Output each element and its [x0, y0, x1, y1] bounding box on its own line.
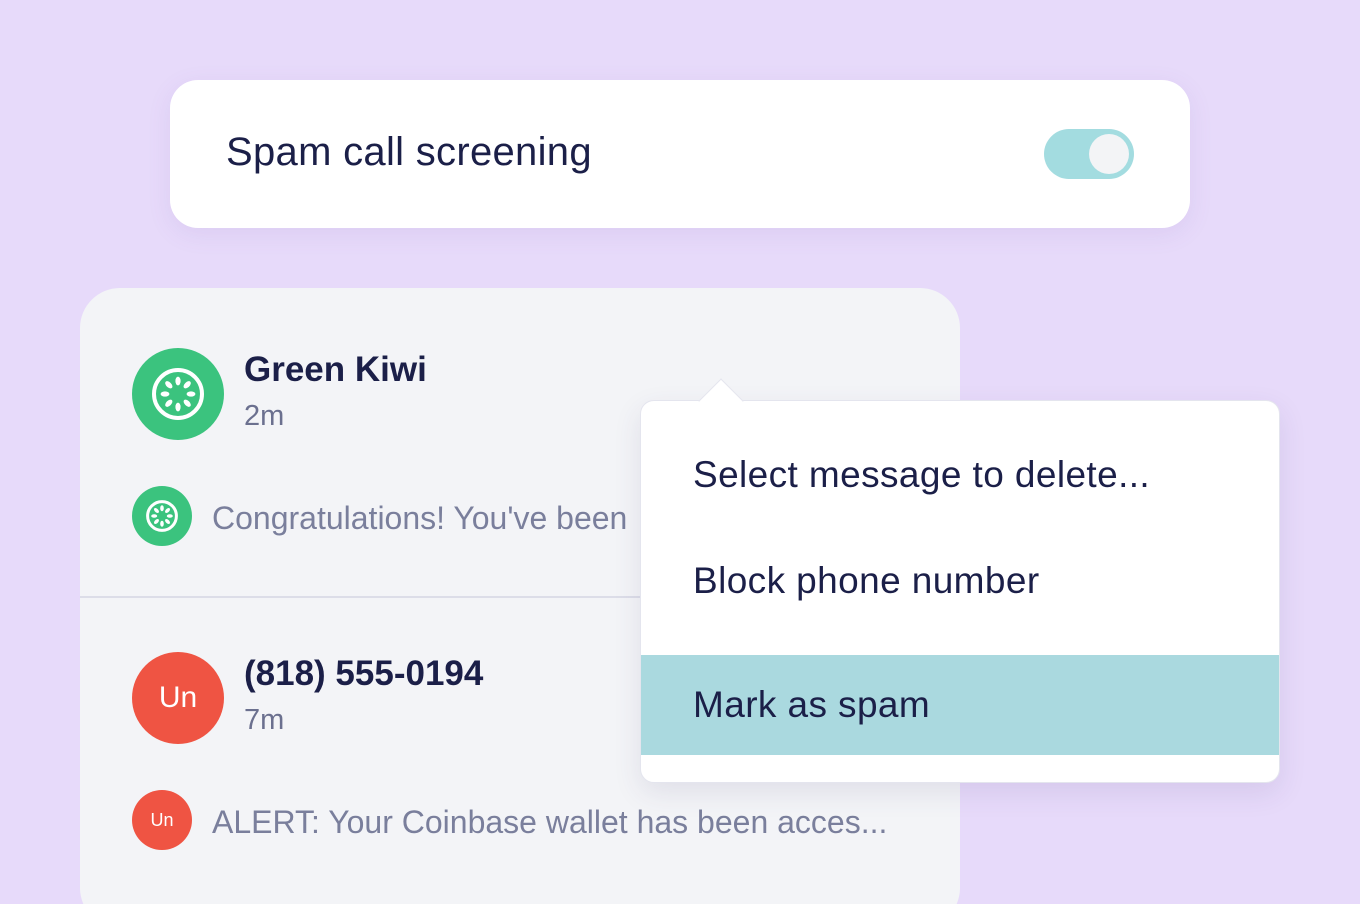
context-menu: Select message to delete... Block phone …	[640, 378, 1280, 783]
avatar-initials: Un	[150, 809, 174, 830]
spam-screening-toggle[interactable]	[1044, 129, 1134, 179]
kiwi-icon	[152, 368, 204, 420]
menu-item-mark-spam[interactable]: Mark as spam	[641, 655, 1279, 755]
message-time: 7m	[244, 704, 285, 736]
menu-item-select-delete[interactable]: Select message to delete...	[641, 425, 1279, 525]
avatar-initials: Un	[158, 681, 198, 714]
contact-name: Green Kiwi	[244, 350, 427, 389]
initials-avatar-small: Un	[132, 790, 192, 850]
kiwi-avatar-small	[132, 486, 192, 546]
spam-screening-card: Spam call screening	[170, 80, 1190, 228]
kiwi-icon	[146, 500, 178, 532]
menu-item-block-number[interactable]: Block phone number	[641, 531, 1279, 631]
kiwi-avatar	[132, 348, 224, 440]
initials-avatar: Un	[132, 652, 224, 744]
message-time: 2m	[244, 400, 285, 432]
toggle-knob	[1089, 134, 1129, 174]
contact-name: (818) 555-0194	[244, 654, 484, 693]
message-preview: ALERT: Your Coinbase wallet has been acc…	[212, 804, 888, 840]
spam-screening-label: Spam call screening	[226, 130, 592, 174]
